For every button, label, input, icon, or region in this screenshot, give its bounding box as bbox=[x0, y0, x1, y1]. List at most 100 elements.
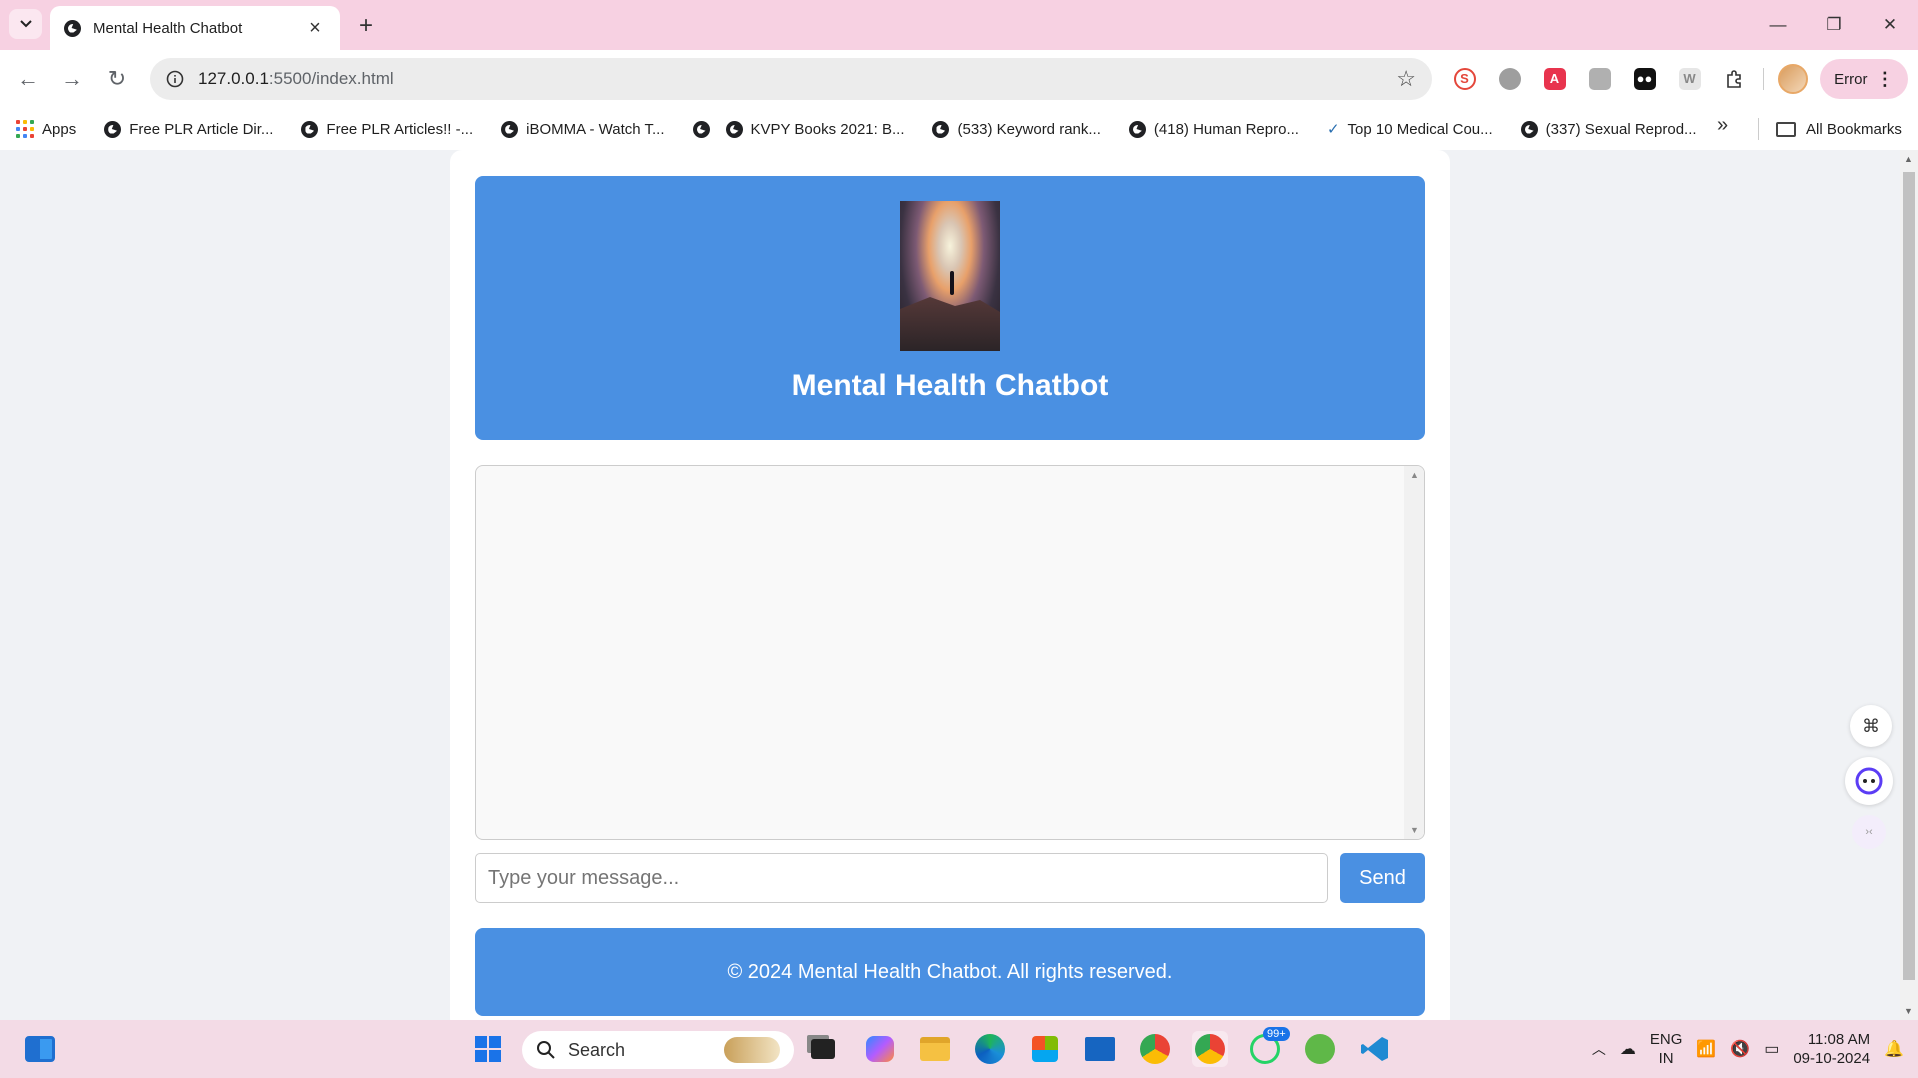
assistant-face-icon[interactable] bbox=[1845, 757, 1893, 805]
page-scroll-up-icon[interactable]: ▲ bbox=[1904, 154, 1913, 164]
footer-text: © 2024 Mental Health Chatbot. All rights… bbox=[727, 960, 1173, 983]
remote-desktop-icon[interactable] bbox=[1082, 1031, 1118, 1067]
url-text: 127.0.0.1:5500/index.html bbox=[198, 69, 1396, 89]
bookmark-item[interactable]: (418) Human Repro... bbox=[1128, 120, 1299, 138]
tab-title: Mental Health Chatbot bbox=[93, 19, 243, 37]
extension-puzzle-grey-icon[interactable] bbox=[1583, 62, 1616, 95]
bookmark-item[interactable]: Free PLR Articles!! -... bbox=[301, 120, 474, 138]
globe-icon bbox=[64, 19, 81, 37]
close-window-button[interactable]: ✕ bbox=[1862, 0, 1918, 50]
extension-eyes-icon[interactable]: ●● bbox=[1628, 62, 1661, 95]
onedrive-icon[interactable]: ☁ bbox=[1620, 1039, 1636, 1059]
tab-search-button[interactable] bbox=[9, 9, 42, 39]
region-code: IN bbox=[1658, 1050, 1674, 1067]
chat-log[interactable]: ▲ ▼ bbox=[475, 465, 1425, 840]
whatsapp-icon[interactable]: 99+ bbox=[1247, 1027, 1290, 1067]
new-tab-button[interactable]: + bbox=[352, 12, 380, 40]
globe-icon bbox=[692, 120, 710, 138]
apps-grid-icon bbox=[16, 120, 34, 138]
taskbar-search[interactable]: Search bbox=[522, 1031, 794, 1069]
extensions-puzzle-icon[interactable] bbox=[1718, 62, 1751, 95]
url-host: 127.0.0.1 bbox=[198, 69, 269, 88]
active-tab[interactable]: Mental Health Chatbot × bbox=[50, 6, 340, 50]
bookmark-label: (533) Keyword rank... bbox=[957, 120, 1101, 138]
more-bookmarks-icon[interactable]: » bbox=[1717, 114, 1728, 137]
mute-icon[interactable]: 🔇 bbox=[1730, 1039, 1750, 1059]
chevron-up-icon[interactable]: ︿ bbox=[1592, 1039, 1606, 1059]
bookmark-item[interactable]: Free PLR Article Dir... bbox=[104, 120, 273, 138]
notification-icon[interactable]: 🔔 bbox=[1884, 1039, 1904, 1059]
kebab-menu-icon[interactable]: ⋮ bbox=[1876, 69, 1894, 90]
chevron-down-icon bbox=[19, 20, 32, 28]
chat-header: Mental Health Chatbot bbox=[475, 176, 1425, 440]
reload-button[interactable]: ↻ bbox=[101, 63, 133, 95]
chrome-profile-icon[interactable] bbox=[1192, 1031, 1228, 1067]
bookmark-item[interactable]: KVPY Books 2021: B... bbox=[725, 120, 904, 138]
medical-check-icon: ✓ bbox=[1326, 121, 1340, 138]
hero-figure bbox=[950, 271, 954, 295]
minimize-button[interactable]: — bbox=[1750, 0, 1806, 50]
forward-button[interactable]: → bbox=[56, 63, 88, 95]
bookmark-item[interactable]: (533) Keyword rank... bbox=[932, 120, 1101, 138]
wifi-icon[interactable]: 📶 bbox=[1696, 1039, 1716, 1059]
globe-icon bbox=[1520, 120, 1538, 138]
page-scrollbar[interactable]: ▲ ▼ bbox=[1900, 150, 1918, 1020]
battery-icon[interactable]: ▭ bbox=[1764, 1039, 1779, 1059]
chat-scrollbar[interactable]: ▲ ▼ bbox=[1404, 466, 1424, 839]
profile-error-button[interactable]: Error ⋮ bbox=[1820, 59, 1908, 99]
bookmark-item[interactable] bbox=[692, 120, 710, 138]
chrome-icon[interactable] bbox=[1137, 1031, 1173, 1067]
bookmark-item[interactable]: iBOMMA - Watch T... bbox=[501, 120, 665, 138]
send-button[interactable]: Send bbox=[1340, 853, 1425, 903]
bookmark-item[interactable]: ✓ Top 10 Medical Cou... bbox=[1326, 120, 1493, 139]
task-view-icon[interactable] bbox=[805, 1031, 841, 1067]
extension-cloud-icon[interactable] bbox=[1493, 62, 1526, 95]
bookmark-apps[interactable]: Apps bbox=[16, 120, 76, 138]
edge-icon[interactable] bbox=[972, 1031, 1008, 1067]
store-icon[interactable] bbox=[1027, 1031, 1063, 1067]
widgets-icon[interactable] bbox=[22, 1031, 58, 1067]
bookmark-label: Free PLR Articles!! -... bbox=[326, 120, 474, 138]
all-bookmarks-label: All Bookmarks bbox=[1806, 120, 1902, 138]
page-scroll-thumb[interactable] bbox=[1903, 172, 1915, 980]
profile-avatar[interactable] bbox=[1776, 62, 1809, 95]
search-icon bbox=[537, 1041, 555, 1059]
globe-icon bbox=[725, 120, 743, 138]
utorrent-icon[interactable] bbox=[1302, 1031, 1338, 1067]
scroll-down-arrow-icon[interactable]: ▼ bbox=[1410, 825, 1419, 835]
bookmark-star-icon[interactable]: ☆ bbox=[1396, 66, 1416, 92]
bookmark-label: (418) Human Repro... bbox=[1153, 120, 1299, 138]
whatsapp-badge: 99+ bbox=[1263, 1027, 1290, 1041]
close-tab-icon[interactable]: × bbox=[304, 17, 326, 39]
extension-w-icon[interactable]: W bbox=[1673, 62, 1706, 95]
restore-button[interactable]: ❐ bbox=[1806, 0, 1862, 50]
vscode-icon[interactable] bbox=[1357, 1031, 1393, 1067]
bookmark-item[interactable]: (337) Sexual Reprod... bbox=[1520, 120, 1697, 138]
page-scroll-down-icon[interactable]: ▼ bbox=[1904, 1006, 1913, 1016]
apps-shortcut-icon[interactable]: ⌘ bbox=[1850, 705, 1892, 747]
message-input[interactable] bbox=[475, 853, 1328, 903]
globe-icon bbox=[301, 120, 319, 138]
extension-acrobat-icon[interactable]: A bbox=[1538, 62, 1571, 95]
page-footer: © 2024 Mental Health Chatbot. All rights… bbox=[475, 928, 1425, 1016]
site-info-icon[interactable] bbox=[166, 70, 184, 88]
extension-s-icon[interactable]: S bbox=[1448, 62, 1481, 95]
back-button[interactable]: ← bbox=[12, 63, 44, 95]
all-bookmarks-button[interactable]: All Bookmarks bbox=[1776, 108, 1902, 150]
file-explorer-icon[interactable] bbox=[917, 1031, 953, 1067]
window-controls: — ❐ ✕ bbox=[1750, 0, 1918, 50]
clock[interactable]: 11:08 AM 09-10-2024 bbox=[1793, 1030, 1870, 1068]
start-button[interactable] bbox=[470, 1031, 506, 1067]
scroll-up-arrow-icon[interactable]: ▲ bbox=[1410, 470, 1419, 480]
bookmarks-bar: Apps Free PLR Article Dir... Free PLR Ar… bbox=[0, 108, 1918, 150]
folder-icon bbox=[1776, 121, 1796, 137]
address-bar[interactable]: 127.0.0.1:5500/index.html ☆ bbox=[150, 58, 1432, 100]
bookmark-label: Top 10 Medical Cou... bbox=[1347, 120, 1493, 138]
collapse-widget-icon[interactable]: ›‹ bbox=[1852, 815, 1886, 849]
copilot-icon[interactable] bbox=[862, 1031, 898, 1067]
search-highlight-icon bbox=[724, 1037, 780, 1063]
language-indicator[interactable]: ENG IN bbox=[1650, 1030, 1683, 1068]
bookmark-label: iBOMMA - Watch T... bbox=[526, 120, 665, 138]
chat-container: Mental Health Chatbot ▲ ▼ Send © 2024 Me… bbox=[450, 150, 1450, 1020]
windows-logo-icon bbox=[475, 1036, 501, 1062]
